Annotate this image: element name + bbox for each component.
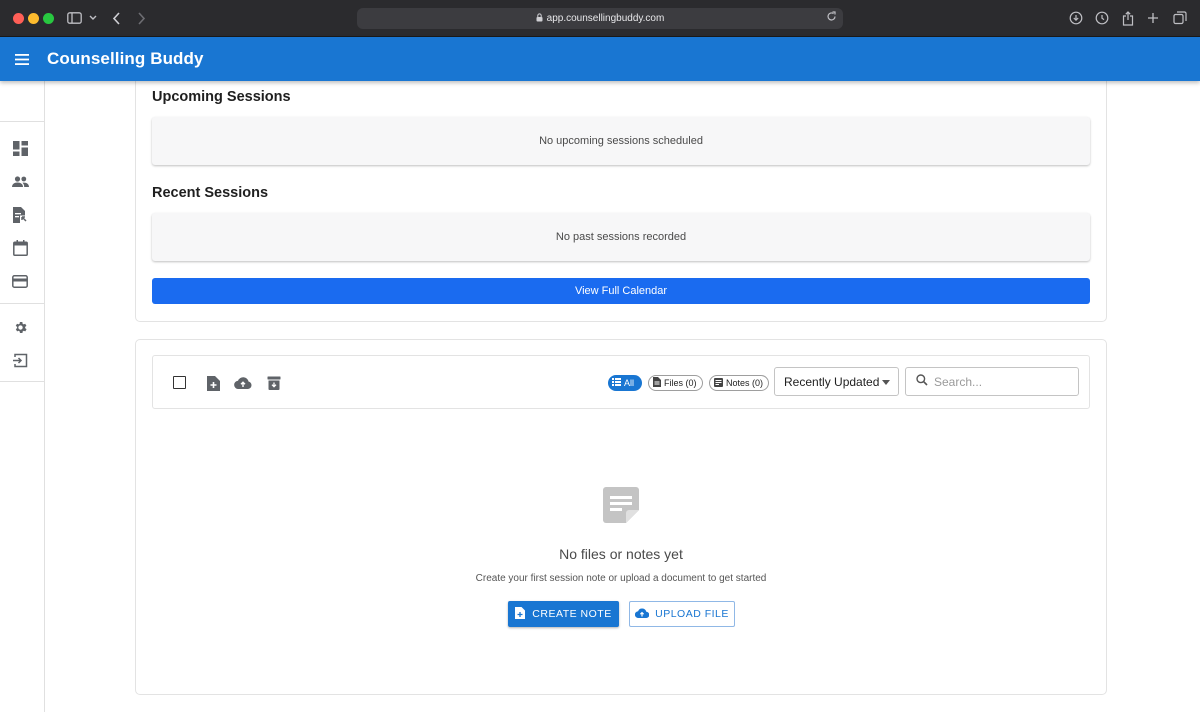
people-icon[interactable] [10,171,30,191]
maximize-window-button[interactable] [43,13,54,24]
logout-icon[interactable] [10,350,30,370]
select-all-checkbox[interactable] [173,376,186,389]
lock-icon [536,13,543,24]
app-bar: Counselling Buddy [0,37,1200,81]
sort-select[interactable]: Recently Updated [774,367,899,396]
filter-files-label: Files (0) [664,378,697,388]
sort-select-value: Recently Updated [784,374,880,389]
upcoming-sessions-title: Upcoming Sessions [152,89,291,105]
new-note-icon[interactable] [204,374,222,392]
filter-all-chip[interactable]: All [608,375,642,391]
file-icon [653,377,661,389]
recent-sessions-empty: No past sessions recorded [152,213,1090,261]
forward-icon[interactable] [137,10,146,26]
cloud-upload-icon [635,607,650,621]
list-icon [612,378,621,388]
back-icon[interactable] [112,10,121,26]
sidebar-divider [0,381,44,382]
main-content: Upcoming Sessions No upcoming sessions s… [45,76,1200,712]
search-icon [916,373,928,391]
archive-icon[interactable] [265,374,283,392]
dropdown-caret-icon [882,380,890,385]
note-add-icon [515,606,526,622]
create-note-button[interactable]: CREATE NOTE [508,601,619,627]
menu-icon[interactable] [0,37,44,81]
note-icon [714,377,723,389]
upcoming-sessions-empty: No upcoming sessions scheduled [152,117,1090,165]
download-icon[interactable] [1069,10,1083,26]
recent-sessions-title: Recent Sessions [152,185,269,201]
sidebar-toggle-icon[interactable] [67,10,82,26]
filter-files-chip[interactable]: Files (0) [648,375,703,391]
upload-file-button[interactable]: UPLOAD FILE [629,601,735,627]
empty-notes-icon [603,487,639,523]
empty-state-title: No files or notes yet [559,546,683,562]
close-window-button[interactable] [13,13,24,24]
search-box [905,367,1079,396]
upload-cloud-icon[interactable] [234,374,252,392]
reload-icon[interactable] [826,11,837,25]
sidebar [0,81,45,712]
empty-state-subtitle: Create your first session note or upload… [475,573,767,584]
filter-all-label: All [624,378,635,388]
new-tab-icon[interactable] [1147,10,1159,26]
document-icon[interactable] [10,205,30,225]
dashboard-icon[interactable] [10,138,30,158]
sidebar-divider [0,121,44,122]
chevron-down-icon[interactable] [89,10,97,26]
create-note-label: CREATE NOTE [532,608,612,620]
url-text: app.counsellingbuddy.com [546,13,665,24]
filter-notes-chip[interactable]: Notes (0) [709,375,769,391]
share-icon[interactable] [1122,10,1134,26]
upload-file-label: UPLOAD FILE [655,608,729,620]
app-title: Counselling Buddy [47,49,204,68]
files-toolbar: All Files (0) Notes (0) Recently Updated [152,355,1090,409]
filter-notes-label: Notes (0) [726,378,764,388]
calendar-icon[interactable] [10,238,30,258]
address-bar[interactable]: app.counsellingbuddy.com [357,8,843,29]
view-full-calendar-button[interactable]: View Full Calendar [152,278,1090,304]
browser-toolbar: app.counsellingbuddy.com [0,0,1200,37]
history-icon[interactable] [1095,10,1109,26]
sidebar-divider [0,303,44,304]
wallet-icon[interactable] [10,271,30,291]
minimize-window-button[interactable] [28,13,39,24]
tabs-overview-icon[interactable] [1173,10,1187,26]
settings-icon[interactable] [10,317,30,337]
search-input[interactable] [934,374,1069,389]
